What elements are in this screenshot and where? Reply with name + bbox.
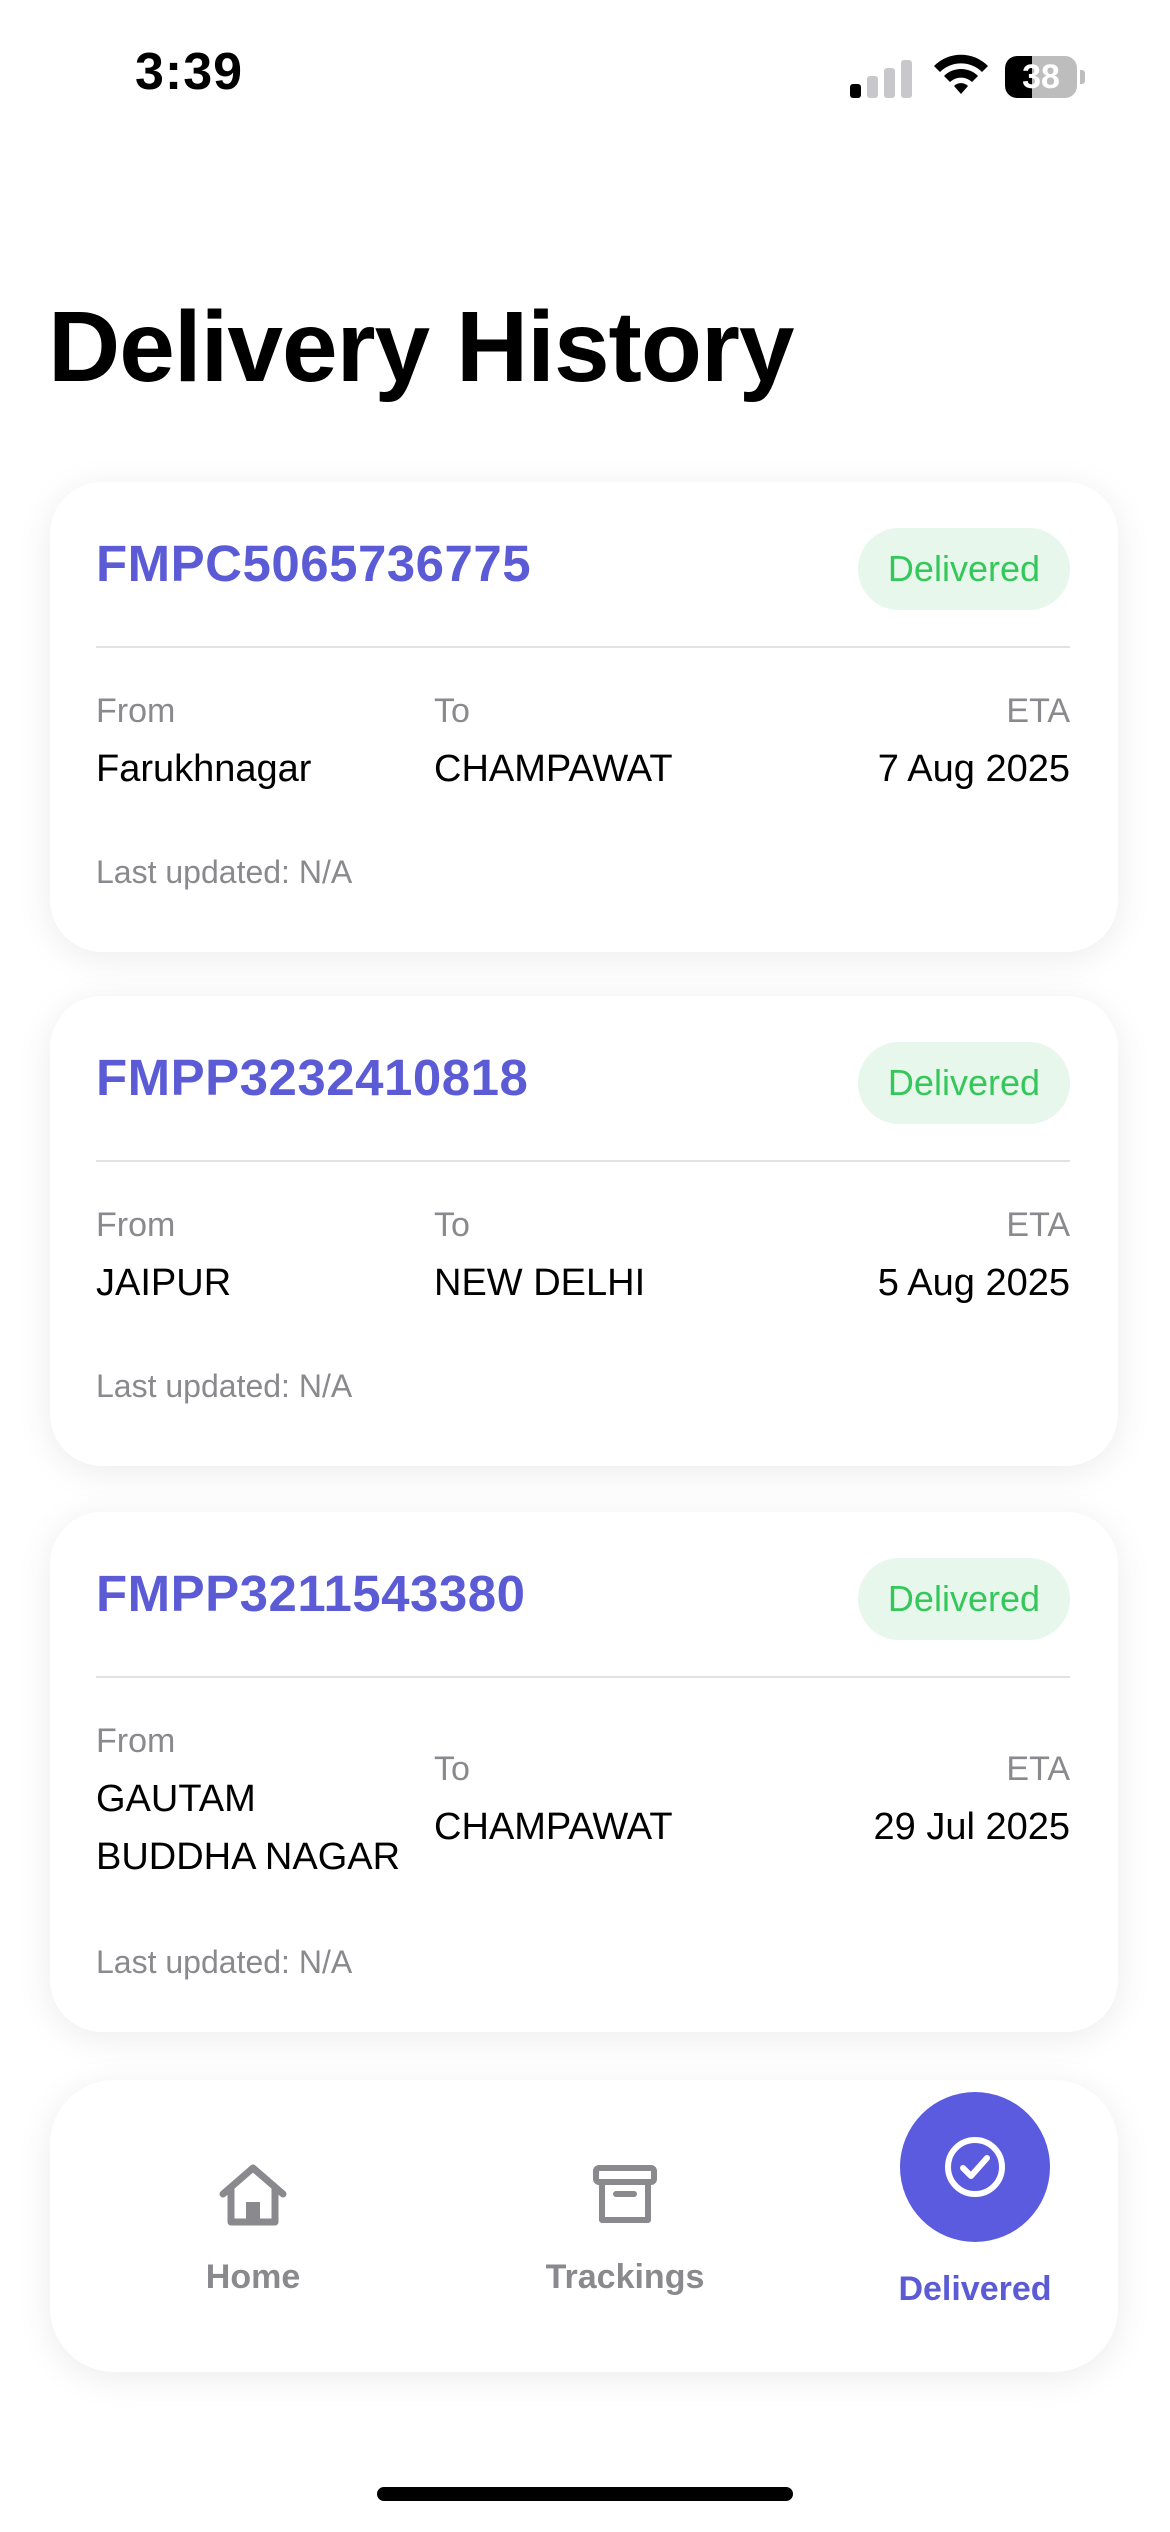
- eta-column: ETA 7 Aug 2025: [878, 682, 1070, 798]
- battery-level: 38: [1022, 58, 1060, 96]
- to-label: To: [434, 1206, 470, 1244]
- from-label: From: [96, 1722, 176, 1760]
- tab-home-label: Home: [205, 2258, 301, 2296]
- tab-trackings-label: Trackings: [545, 2258, 705, 2296]
- tab-trackings[interactable]: Trackings: [490, 2160, 760, 2297]
- to-label: To: [434, 1750, 470, 1788]
- tracking-id[interactable]: FMPC5065736775: [96, 534, 531, 593]
- from-value-line2: BUDDHA NAGAR: [96, 1836, 401, 1878]
- last-updated: Last updated: N/A: [96, 1368, 353, 1404]
- divider: [96, 1676, 1070, 1678]
- tracking-id[interactable]: FMPP3232410818: [96, 1048, 528, 1107]
- divider: [96, 1160, 1070, 1162]
- status-badge: Delivered: [857, 1558, 1070, 1640]
- eta-label: ETA: [1006, 692, 1070, 730]
- delivery-card[interactable]: FMPC5065736775 Delivered From Farukhnaga…: [50, 482, 1118, 952]
- status-badge: Delivered: [857, 528, 1070, 610]
- status-bar: 3:39 38: [0, 0, 1170, 150]
- last-updated: Last updated: N/A: [96, 1944, 353, 1980]
- last-updated: Last updated: N/A: [96, 854, 353, 890]
- to-value: CHAMPAWAT: [434, 748, 673, 790]
- eta-value: 7 Aug 2025: [877, 748, 1070, 790]
- to-column: To NEW DELHI: [434, 1196, 645, 1312]
- from-value: Farukhnagar: [96, 748, 312, 790]
- eta-label: ETA: [1006, 1750, 1070, 1788]
- status-time: 3:39: [135, 43, 244, 101]
- delivery-card[interactable]: FMPP3211543380 Delivered From GAUTAM BUD…: [50, 1512, 1118, 2032]
- to-column: To CHAMPAWAT: [434, 1740, 673, 1856]
- cellular-signal-icon: [850, 58, 914, 98]
- home-indicator[interactable]: [377, 2487, 793, 2501]
- tab-delivered[interactable]: Delivered: [870, 2092, 1080, 2309]
- from-value-line1: GAUTAM: [96, 1778, 256, 1820]
- to-column: To CHAMPAWAT: [434, 682, 673, 798]
- wifi-icon: [934, 54, 988, 94]
- delivery-card[interactable]: FMPP3232410818 Delivered From JAIPUR To …: [50, 996, 1118, 1466]
- from-value: JAIPUR: [96, 1262, 232, 1304]
- eta-column: ETA 5 Aug 2025: [878, 1196, 1070, 1312]
- eta-value: 29 Jul 2025: [873, 1806, 1071, 1848]
- from-column: From GAUTAM BUDDHA NAGAR: [96, 1712, 400, 1886]
- to-value: CHAMPAWAT: [434, 1806, 673, 1848]
- tracking-id[interactable]: FMPP3211543380: [96, 1564, 526, 1623]
- from-column: From JAIPUR: [96, 1196, 231, 1312]
- from-label: From: [96, 692, 176, 730]
- from-label: From: [96, 1206, 176, 1244]
- eta-column: ETA 29 Jul 2025: [874, 1740, 1071, 1856]
- archive-box-icon: [593, 2165, 657, 2223]
- tab-home[interactable]: Home: [150, 2160, 356, 2297]
- page-title: Delivery History: [48, 291, 794, 403]
- divider: [96, 646, 1070, 648]
- tab-bar: Home Trackings Delivered: [50, 2080, 1118, 2372]
- from-column: From Farukhnagar: [96, 682, 311, 798]
- active-tab-indicator: [900, 2092, 1050, 2242]
- battery-icon: 38: [1005, 56, 1085, 98]
- status-badge: Delivered: [857, 1042, 1070, 1124]
- check-circle-icon: [945, 2137, 1005, 2197]
- home-icon: [219, 2164, 287, 2226]
- tab-delivered-label: Delivered: [898, 2270, 1052, 2308]
- eta-value: 5 Aug 2025: [877, 1262, 1070, 1304]
- to-label: To: [434, 692, 470, 730]
- eta-label: ETA: [1006, 1206, 1070, 1244]
- to-value: NEW DELHI: [434, 1262, 646, 1304]
